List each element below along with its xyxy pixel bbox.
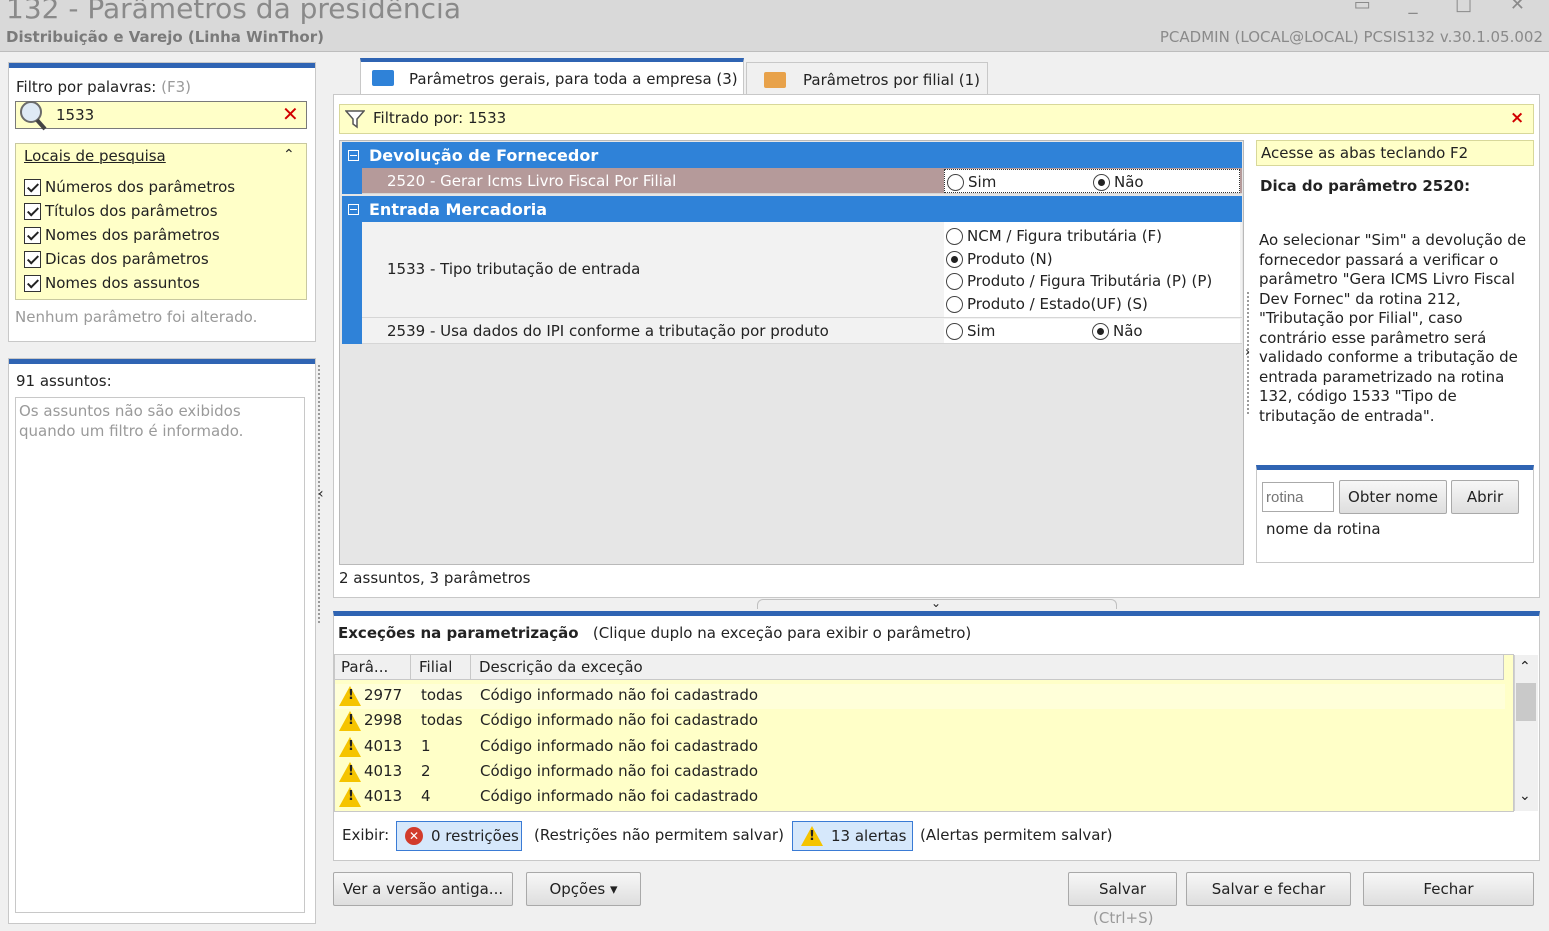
error-icon: ✕ [405,827,423,845]
scrollbar-thumb[interactable] [1516,683,1536,721]
rotina-name: nome da rotina [1266,520,1381,538]
filtered-bar [339,104,1534,134]
option-cell-2520: Sim Não [944,169,1240,193]
tip-title: Dica do parâmetro 2520: [1260,177,1471,195]
opcoes-button[interactable]: Opções ▾ [526,872,641,906]
group-entrada[interactable]: Entrada Mercadoria [342,196,1242,222]
radio-2539-sim[interactable]: Sim [946,322,995,340]
magnifier-icon [20,101,47,131]
fechar-button[interactable]: Fechar [1363,872,1534,906]
minus-icon[interactable] [348,203,359,215]
col-descricao[interactable]: Descrição da exceção [479,658,643,676]
collapse-up-icon[interactable]: ⌃ [283,147,295,163]
window-controls[interactable]: ▭ _ □ ✕ [1354,0,1541,15]
assuntos-label: 91 assuntos: [16,372,112,390]
radio-2520-nao[interactable]: Não [1093,173,1144,191]
obter-nome-button[interactable]: Obter nome [1339,480,1447,514]
scroll-up-icon[interactable]: ⌃ [1519,659,1531,675]
radio-1533-ncm[interactable]: NCM / Figura tributária (F) [946,227,1162,245]
assuntos-list[interactable] [15,397,305,913]
radio-1533-produto-estado[interactable]: Produto / Estado(UF) (S) [946,295,1148,313]
restricoes-toggle[interactable]: ✕ 0 restrições [396,821,522,851]
checkbox-dicas[interactable]: Dicas dos parâmetros [24,250,209,268]
radio-2539-nao[interactable]: Não [1092,322,1143,340]
window-title: 132 - Parâmetros da presidência [6,0,461,25]
group-devolucao[interactable]: Devolução de Fornecedor [342,142,1242,168]
user-info: PCADMIN (LOCAL@LOCAL) PCSIS132 v.30.1.05… [1159,28,1543,46]
folder-blue-icon [372,70,394,86]
locais-title: Locais de pesquisa [24,147,166,165]
param-label: 2520 - Gerar Icms Livro Fiscal Por Filia… [387,172,677,190]
table-row[interactable]: ! 2977 todas Código informado não foi ca… [335,684,1505,709]
exceptions-title: Exceções na parametrização (Clique duplo… [338,624,972,642]
chevron-left-icon[interactable]: ‹ [318,486,324,502]
salvar-shortcut-hint: (Ctrl+S) [1093,909,1154,927]
no-change-status: Nenhum parâmetro foi alterado. [15,308,258,326]
folder-orange-icon [764,72,786,88]
scroll-down-icon[interactable]: ⌄ [1519,788,1531,804]
option-cell-2539: Sim Não [944,319,1240,343]
param-label: 2539 - Usa dados do IPI conforme a tribu… [387,322,829,340]
table-row[interactable]: ! 4013 4 Código informado não foi cadast… [335,785,1505,810]
grid-footer: 2 assuntos, 3 parâmetros [339,569,531,587]
warning-icon: ! [801,826,823,846]
close-filter-icon[interactable]: × [1510,108,1524,128]
checkbox-numeros[interactable]: Números dos parâmetros [24,178,235,196]
clear-filter-icon[interactable]: ✕ [282,102,299,126]
checkbox-nomes[interactable]: Nomes dos parâmetros [24,226,220,244]
filter-label: Filtro por palavras: (F3) [16,78,192,96]
ver-versao-antiga-button[interactable]: Ver a versão antiga... [333,872,513,906]
chevron-down-icon[interactable]: ⌄ [931,596,941,610]
minus-icon[interactable] [348,149,359,161]
restricoes-note: (Restrições não permitem salvar) [534,826,784,844]
tip-header: Acesse as abas teclando F2 [1256,140,1534,166]
chevron-right-icon[interactable]: › [1245,345,1250,360]
abrir-button[interactable]: Abrir [1451,480,1519,514]
alertas-toggle[interactable]: ! 13 alertas [792,821,913,851]
exibir-label: Exibir: [342,826,390,844]
filtered-text: Filtrado por: 1533 [373,109,507,127]
group-stripe [342,168,362,194]
param-label: 1533 - Tipo tributação de entrada [387,260,641,278]
col-param[interactable]: Parâ... [341,658,388,676]
radio-2520-sim[interactable]: Sim [947,173,996,191]
search-value[interactable]: 1533 [56,106,94,124]
col-filial[interactable]: Filial [419,658,452,676]
option-cell-1533: NCM / Figura tributária (F) Produto (N) … [944,222,1240,317]
tip-body: Ao selecionar "Sim" a devolução de forne… [1259,231,1527,425]
table-row[interactable]: ! 4013 1 Código informado não foi cadast… [335,735,1505,760]
funnel-icon [345,110,365,129]
checkbox-titulos[interactable]: Títulos dos parâmetros [24,202,218,220]
group-stripe [342,222,362,344]
assuntos-note: Os assuntos não são exibidos quando um f… [19,402,244,440]
salvar-e-fechar-button[interactable]: Salvar e fechar [1186,872,1351,906]
table-row[interactable]: ! 4013 2 Código informado não foi cadast… [335,760,1505,785]
table-row[interactable]: ! 2998 todas Código informado não foi ca… [335,709,1505,734]
alertas-note: (Alertas permitem salvar) [920,826,1113,844]
radio-1533-produto-figura[interactable]: Produto / Figura Tributária (P) (P) [946,272,1212,290]
radio-1533-produto[interactable]: Produto (N) [946,250,1053,268]
salvar-button[interactable]: Salvar [1068,872,1177,906]
checkbox-assuntos[interactable]: Nomes dos assuntos [24,274,200,292]
tab-parametros-gerais[interactable]: Parâmetros gerais, para toda a empresa (… [360,58,744,96]
rotina-input[interactable] [1262,482,1334,512]
window-subtitle: Distribuição e Varejo (Linha WinThor) [6,28,324,46]
